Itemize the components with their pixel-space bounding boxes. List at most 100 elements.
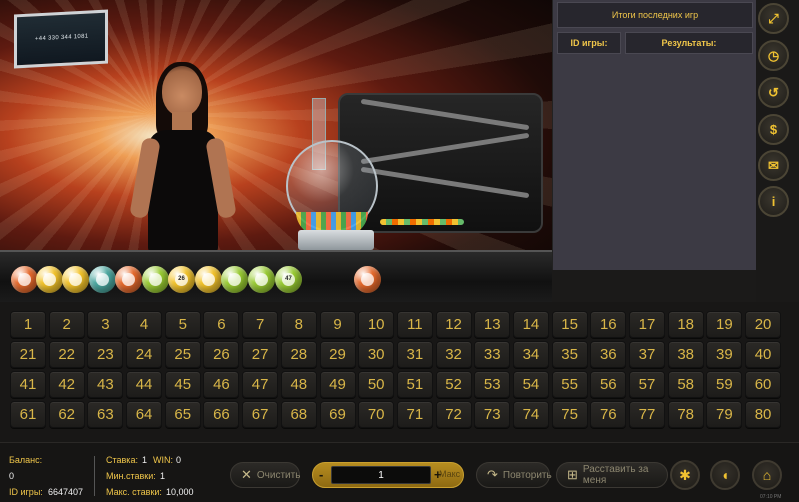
home-button[interactable]: ⌂ — [752, 460, 782, 490]
number-cell[interactable]: 22 — [48, 341, 85, 368]
number-cell[interactable]: 12 — [435, 311, 472, 338]
number-cell[interactable]: 59 — [706, 371, 743, 398]
number-cell[interactable]: 15 — [551, 311, 588, 338]
number-cell[interactable]: 66 — [203, 401, 240, 428]
number-cell[interactable]: 76 — [590, 401, 627, 428]
number-cell[interactable]: 47 — [242, 371, 279, 398]
fullscreen-button[interactable]: ⤢ — [758, 3, 789, 34]
grid-icon: ⊞ — [567, 467, 578, 482]
number-cell[interactable]: 33 — [474, 341, 511, 368]
number-cell[interactable]: 79 — [706, 401, 743, 428]
number-cell[interactable]: 65 — [164, 401, 201, 428]
number-cell[interactable]: 67 — [242, 401, 279, 428]
number-cell[interactable]: 42 — [48, 371, 85, 398]
number-cell[interactable]: 46 — [203, 371, 240, 398]
number-cell[interactable]: 58 — [667, 371, 704, 398]
number-cell[interactable]: 8 — [280, 311, 317, 338]
number-cell[interactable]: 43 — [87, 371, 124, 398]
number-cell[interactable]: 18 — [667, 311, 704, 338]
settings-button[interactable]: ✱ — [670, 460, 700, 490]
number-cell[interactable]: 20 — [745, 311, 782, 338]
number-cell[interactable]: 27 — [242, 341, 279, 368]
number-cell[interactable]: 40 — [745, 341, 782, 368]
number-cell[interactable]: 52 — [435, 371, 472, 398]
number-cell[interactable]: 49 — [319, 371, 356, 398]
number-cell[interactable]: 2 — [48, 311, 85, 338]
number-cell[interactable]: 44 — [126, 371, 163, 398]
gear-icon: ✱ — [679, 466, 691, 483]
number-cell[interactable]: 60 — [745, 371, 782, 398]
number-cell[interactable]: 39 — [706, 341, 743, 368]
sound-button[interactable]: ◖ — [710, 460, 740, 490]
number-cell[interactable]: 9 — [319, 311, 356, 338]
number-cell[interactable]: 23 — [87, 341, 124, 368]
number-cell[interactable]: 38 — [667, 341, 704, 368]
drawn-ball — [89, 266, 116, 293]
number-cell[interactable]: 34 — [512, 341, 549, 368]
number-cell[interactable]: 31 — [396, 341, 433, 368]
number-cell[interactable]: 78 — [667, 401, 704, 428]
cashier-button[interactable]: $ — [758, 114, 789, 145]
number-cell[interactable]: 63 — [87, 401, 124, 428]
number-cell[interactable]: 69 — [319, 401, 356, 428]
drawn-ball-number — [122, 273, 135, 286]
number-cell[interactable]: 3 — [87, 311, 124, 338]
number-cell[interactable]: 73 — [474, 401, 511, 428]
number-cell[interactable]: 62 — [48, 401, 85, 428]
number-cell[interactable]: 55 — [551, 371, 588, 398]
number-cell[interactable]: 56 — [590, 371, 627, 398]
number-cell[interactable]: 7 — [242, 311, 279, 338]
number-cell[interactable]: 11 — [396, 311, 433, 338]
history-button[interactable]: ◷ — [758, 40, 789, 71]
decrease-stake-button[interactable]: - — [319, 467, 323, 482]
number-cell[interactable]: 6 — [203, 311, 240, 338]
number-cell[interactable]: 57 — [629, 371, 665, 398]
number-cell[interactable]: 24 — [126, 341, 163, 368]
number-cell[interactable]: 17 — [629, 311, 665, 338]
chat-button[interactable]: ✉ — [758, 150, 789, 181]
number-cell[interactable]: 45 — [164, 371, 201, 398]
clear-button[interactable]: ✕ Очистить — [230, 462, 300, 488]
number-cell[interactable]: 19 — [706, 311, 743, 338]
number-cell[interactable]: 48 — [280, 371, 317, 398]
number-cell[interactable]: 70 — [358, 401, 395, 428]
number-cell[interactable]: 53 — [474, 371, 511, 398]
repeat-button[interactable]: ↷ Повторить — [476, 462, 552, 488]
number-cell[interactable]: 26 — [203, 341, 240, 368]
number-cell[interactable]: 64 — [126, 401, 163, 428]
stake-input[interactable] — [331, 466, 431, 484]
number-cell[interactable]: 72 — [435, 401, 472, 428]
number-cell[interactable]: 80 — [745, 401, 782, 428]
number-cell[interactable]: 5 — [164, 311, 201, 338]
number-cell[interactable]: 37 — [629, 341, 665, 368]
number-cell[interactable]: 61 — [10, 401, 46, 428]
auto-place-button[interactable]: ⊞ Расставить за меня — [556, 462, 668, 488]
number-cell[interactable]: 36 — [590, 341, 627, 368]
number-cell[interactable]: 54 — [512, 371, 549, 398]
number-cell[interactable]: 51 — [396, 371, 433, 398]
number-cell[interactable]: 28 — [280, 341, 317, 368]
fullscreen-icon: ⤢ — [768, 10, 779, 26]
number-cell[interactable]: 71 — [396, 401, 433, 428]
max-stake-button[interactable]: Макс — [439, 469, 460, 479]
number-cell[interactable]: 35 — [551, 341, 588, 368]
number-cell[interactable]: 74 — [512, 401, 549, 428]
number-cell[interactable]: 77 — [629, 401, 665, 428]
number-cell[interactable]: 4 — [126, 311, 163, 338]
number-cell[interactable]: 29 — [319, 341, 356, 368]
info-button[interactable]: i — [758, 186, 789, 217]
number-cell[interactable]: 41 — [10, 371, 46, 398]
number-cell[interactable]: 32 — [435, 341, 472, 368]
number-cell[interactable]: 13 — [474, 311, 511, 338]
number-cell[interactable]: 21 — [10, 341, 46, 368]
number-cell[interactable]: 30 — [358, 341, 395, 368]
number-cell[interactable]: 75 — [551, 401, 588, 428]
history-back-button[interactable]: ↺ — [758, 77, 789, 108]
number-cell[interactable]: 14 — [512, 311, 549, 338]
number-cell[interactable]: 16 — [590, 311, 627, 338]
number-cell[interactable]: 10 — [358, 311, 395, 338]
number-cell[interactable]: 25 — [164, 341, 201, 368]
number-cell[interactable]: 1 — [10, 311, 46, 338]
number-cell[interactable]: 50 — [358, 371, 395, 398]
number-cell[interactable]: 68 — [280, 401, 317, 428]
